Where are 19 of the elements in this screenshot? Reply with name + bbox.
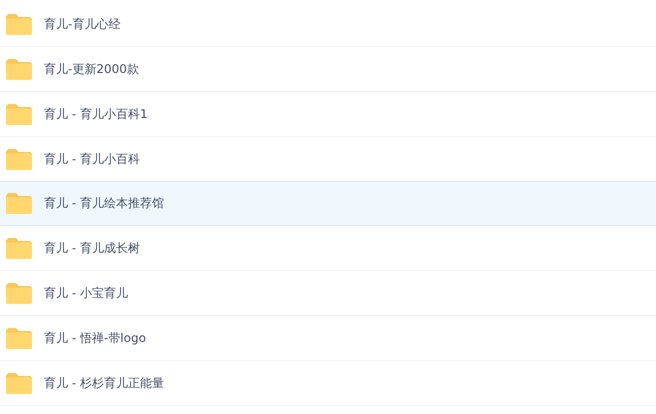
folder-name: 育儿 - 育儿成长树 bbox=[44, 240, 140, 257]
folder-name: 育儿-更新2000款 bbox=[44, 61, 139, 78]
folder-name: 育儿 - 悟禅-带logo bbox=[44, 330, 146, 347]
folder-icon bbox=[6, 149, 32, 170]
folder-name: 育儿 - 育儿小百科 bbox=[44, 151, 140, 168]
folder-name: 育儿 - 育儿小百科1 bbox=[44, 106, 148, 123]
folder-icon bbox=[6, 238, 32, 259]
folder-icon bbox=[6, 193, 32, 214]
folder-icon bbox=[6, 373, 32, 394]
folder-row[interactable]: 育儿 - 育儿绘本推荐馆 bbox=[0, 181, 656, 226]
folder-icon bbox=[6, 104, 32, 125]
folder-icon bbox=[6, 14, 32, 35]
folder-name: 育儿 - 杉杉育儿正能量 bbox=[44, 375, 164, 392]
folder-icon bbox=[6, 283, 32, 304]
folder-name: 育儿 - 小宝育儿 bbox=[44, 285, 128, 302]
folder-name: 育儿 - 育儿绘本推荐馆 bbox=[44, 195, 164, 212]
folder-icon bbox=[6, 59, 32, 80]
folder-icon bbox=[6, 328, 32, 349]
folder-name: 育儿-育儿心经 bbox=[44, 16, 120, 33]
